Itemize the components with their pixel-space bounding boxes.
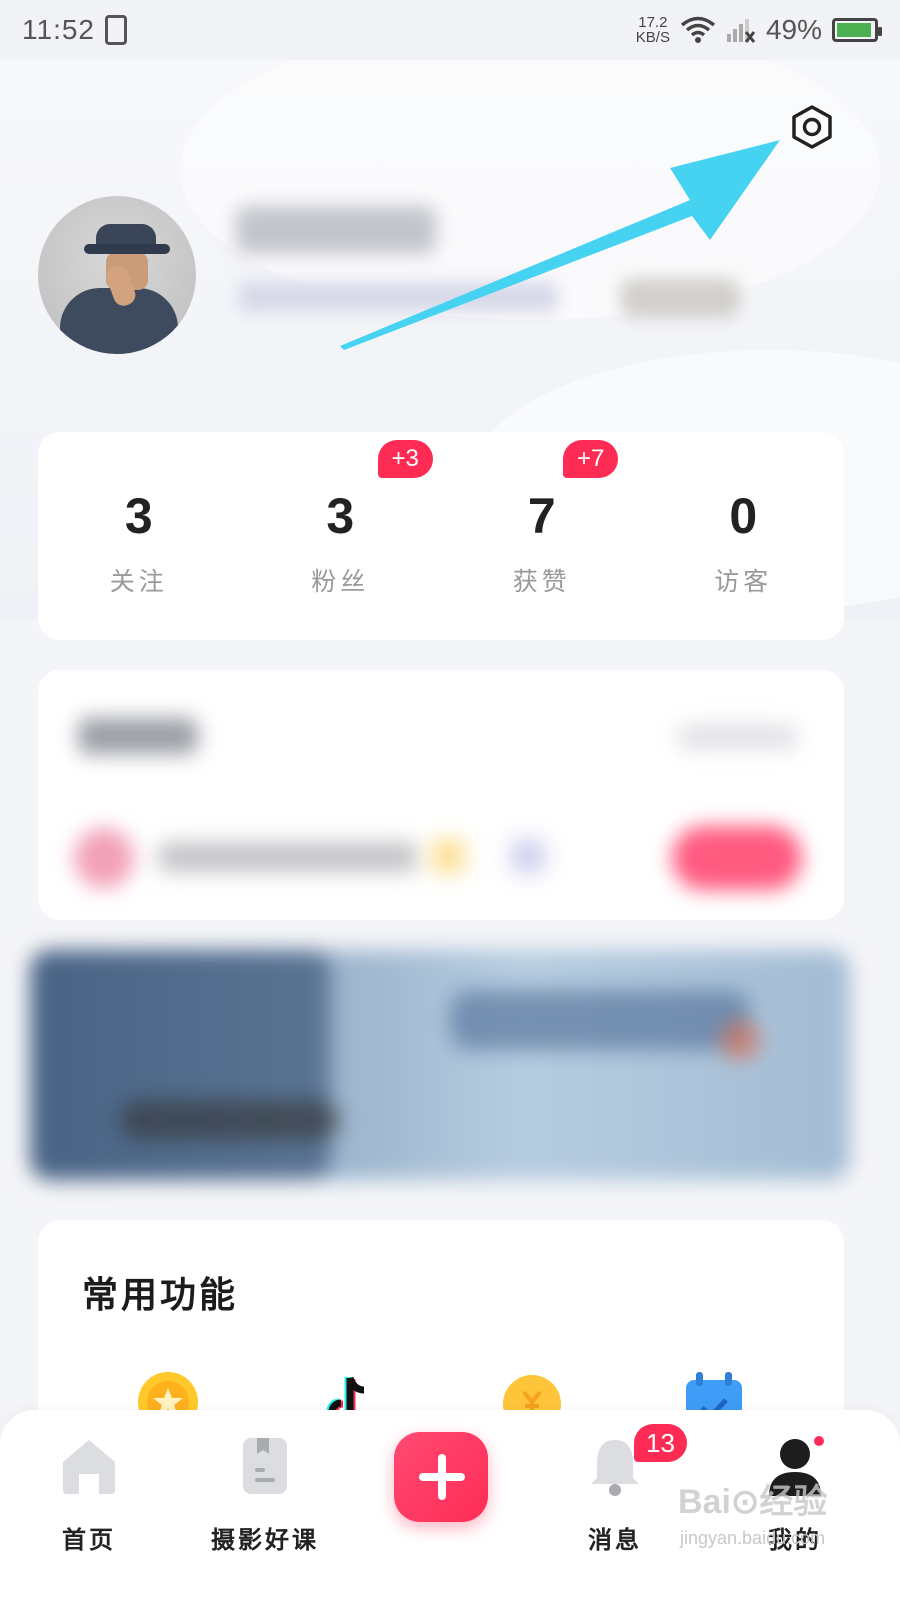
stat-label: 粉丝 [311, 567, 370, 596]
stats-card: 3 关注 +3 3 粉丝 +7 7 获赞 0 访客 [38, 432, 844, 640]
section-title: 常用功能 [82, 1275, 239, 1316]
blurred-card [38, 670, 844, 920]
net-speed-value: 17.2 [638, 14, 668, 31]
tab-label: 消息 [588, 1526, 642, 1554]
stat-value: 3 [326, 488, 355, 544]
stat-label: 访客 [714, 567, 773, 596]
tab-courses[interactable]: 摄影好课 [180, 1410, 350, 1555]
watermark: Bai⊙经验 [678, 1483, 828, 1521]
stat-label: 获赞 [512, 567, 571, 596]
message-badge: 13 [634, 1424, 687, 1462]
annotation-arrow [340, 140, 780, 350]
watermark-url: jingyan.baidu.com [680, 1528, 826, 1548]
vibrate-icon [105, 15, 127, 45]
battery-percent: 49% [765, 14, 822, 45]
status-bar: 11:52 17.2 KB/S 49% [0, 0, 900, 60]
stat-visitors[interactable]: 0 访客 [643, 432, 845, 640]
net-speed: 17.2 KB/S [636, 15, 670, 45]
stat-badge: +7 [563, 440, 619, 478]
stat-value: 7 [527, 488, 556, 544]
stat-likes[interactable]: +7 7 获赞 [441, 432, 643, 640]
stat-value: 0 [729, 488, 758, 544]
stat-value: 3 [124, 488, 153, 544]
settings-icon[interactable] [790, 104, 834, 150]
blurred-banner [30, 950, 850, 1180]
status-time: 11:52 [22, 14, 95, 45]
tab-label: 首页 [62, 1526, 116, 1554]
net-speed-unit: KB/S [635, 29, 670, 46]
course-icon [243, 1438, 287, 1494]
home-icon [63, 1440, 115, 1494]
stat-badge: +3 [377, 440, 433, 478]
stat-fans[interactable]: +3 3 粉丝 [240, 432, 442, 640]
tab-home[interactable]: 首页 [4, 1410, 174, 1555]
signal-icon [726, 19, 756, 43]
tab-label: 摄影好课 [211, 1526, 319, 1554]
plus-icon[interactable] [394, 1432, 488, 1522]
battery-icon [832, 18, 882, 42]
avatar[interactable] [38, 196, 196, 354]
wifi-icon [680, 16, 716, 43]
stat-following[interactable]: 3 关注 [38, 432, 240, 640]
profile-red-dot [814, 1436, 824, 1446]
stat-label: 关注 [109, 567, 168, 596]
